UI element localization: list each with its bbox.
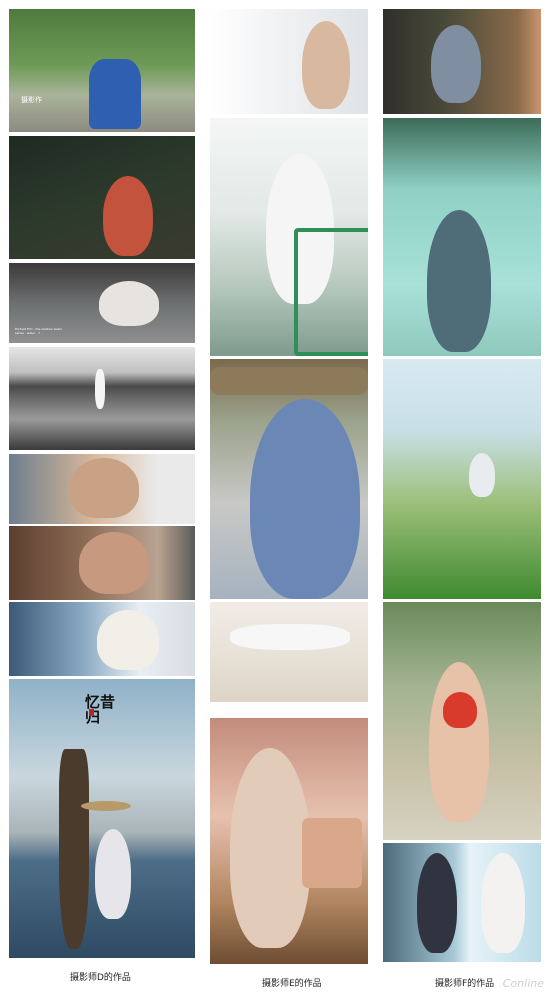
plaid-pillow: [302, 818, 362, 888]
bamboo-pole: [210, 367, 368, 395]
figure-red-dress: [103, 176, 153, 256]
photo-red-swimsuit: [383, 602, 541, 840]
figure-lying: [230, 624, 350, 650]
photo-woman-petals: [9, 602, 195, 676]
photo-portrait-flowers: [9, 454, 195, 524]
figure-sitting: [431, 25, 481, 103]
photo-school-uniform: [210, 118, 368, 356]
photo-veil-portrait: [210, 9, 368, 114]
photo-striped-shirt-bamboo: [210, 359, 368, 599]
photo-red-dress-dark: [9, 136, 195, 259]
photo-couple-park: 摄影作: [9, 9, 195, 132]
caption-col2: 摄影师E的作品: [262, 979, 322, 989]
red-swimsuit: [443, 692, 477, 728]
photo-window-seat: [210, 718, 368, 964]
figure-right-portrait: [481, 853, 525, 953]
photo-lying-floor: [210, 602, 368, 702]
photo-two-portraits: [383, 843, 541, 962]
poster-seal-mark: [89, 709, 94, 716]
photo-small-text: Portrait film · the shallow water series…: [15, 327, 63, 335]
figure-veil: [302, 21, 350, 109]
figure-portrait: [69, 458, 139, 518]
figure-red-swimsuit: [429, 662, 489, 822]
figure-portrait-2: [79, 532, 149, 594]
figure-left-portrait: [417, 853, 457, 953]
photo-woman-in-water: Portrait film · the shallow water series…: [9, 263, 195, 343]
caption-col1: 摄影师D的作品: [70, 973, 131, 983]
photo-poster-tree-lake: 忆昔归: [9, 679, 195, 958]
site-watermark: Conline: [502, 977, 544, 990]
photo-grass-field: [383, 359, 541, 599]
photo-portrait-window: [9, 526, 195, 600]
tree-trunk: [59, 749, 89, 949]
figure-white-hanfu: [95, 829, 131, 919]
photo-watermark-text: 摄影作: [21, 96, 42, 104]
photo-sitting-wall: [383, 9, 541, 114]
figure-striped-shirt: [250, 399, 360, 599]
figure-in-water: [99, 281, 159, 326]
photo-bw-lake: [9, 347, 195, 450]
umbrella: [81, 801, 131, 811]
photo-chainlink-fence: [383, 118, 541, 356]
figure-fence: [427, 210, 491, 352]
figure-couple: [89, 59, 141, 129]
figure-window-seat: [230, 748, 310, 948]
caption-col3: 摄影师F的作品: [435, 979, 495, 989]
figure-white-dress: [95, 369, 105, 409]
figure-with-bouquet: [97, 610, 159, 670]
figure-far-field: [469, 453, 495, 497]
green-railing: [294, 228, 368, 356]
